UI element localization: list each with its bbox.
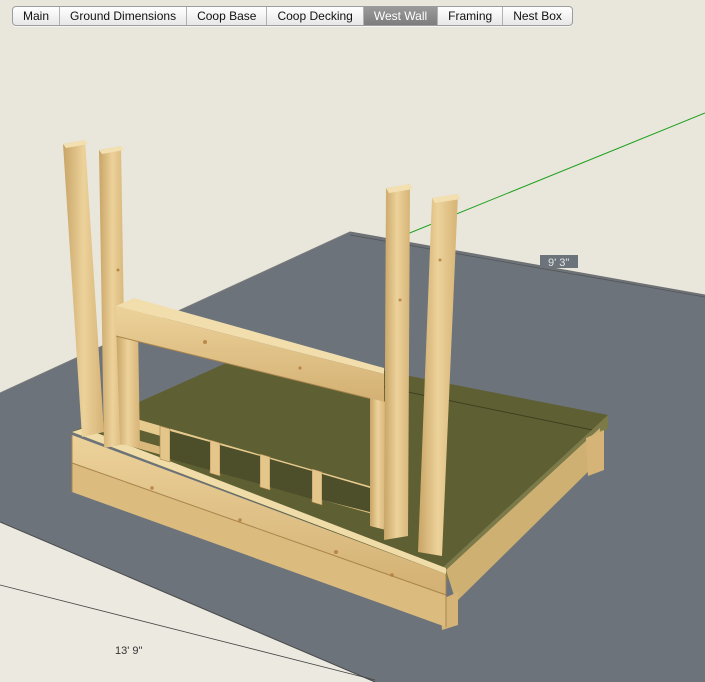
tab-main[interactable]: Main [13,7,59,25]
model-view[interactable]: 9' 3" 13' 9" [0,0,705,682]
base-back-leg [586,430,604,476]
tab-coop-base[interactable]: Coop Base [186,7,266,25]
scene-tab-bar: Main Ground Dimensions Coop Base Coop De… [0,0,705,30]
scene-tabs: Main Ground Dimensions Coop Base Coop De… [12,6,573,26]
dimension-label-length: 13' 9" [115,645,143,657]
tab-framing[interactable]: Framing [437,7,502,25]
stud-right [370,398,386,530]
sketchup-viewport[interactable]: Main Ground Dimensions Coop Base Coop De… [0,0,705,682]
tab-west-wall[interactable]: West Wall [362,7,438,25]
tab-nest-box[interactable]: Nest Box [502,7,572,25]
post-front-right-1 [384,184,410,540]
dimension-label-width: 9' 3" [548,257,569,269]
tab-coop-decking[interactable]: Coop Decking [266,7,362,25]
tab-ground-dimensions[interactable]: Ground Dimensions [59,7,186,25]
